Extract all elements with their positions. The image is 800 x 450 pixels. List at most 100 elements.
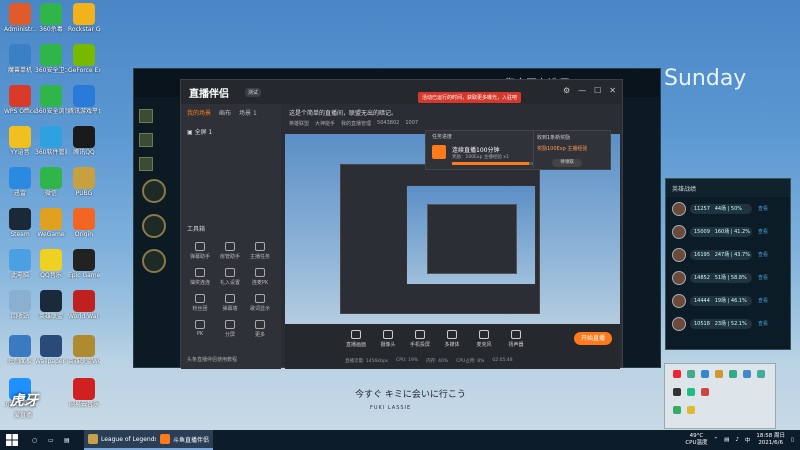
desktop-icon[interactable]: 360杀毒 (35, 3, 67, 33)
source-button[interactable]: 手机投屏 (409, 330, 431, 348)
tool-button[interactable]: 更多 (245, 320, 275, 338)
show-hidden-icons-icon[interactable]: ⌃ (714, 437, 719, 443)
desktop-icon[interactable]: PUBG (68, 167, 100, 197)
desktop-icon[interactable]: 魔兽单机 (4, 44, 36, 74)
volume-icon[interactable]: ♪ (735, 437, 739, 443)
tray-app-icon[interactable] (687, 370, 695, 378)
desktop-icon[interactable]: World War Z (68, 290, 100, 320)
view-link[interactable]: 查看 (758, 320, 768, 327)
tray-app-icon[interactable] (687, 388, 695, 396)
view-link[interactable]: 查看 (758, 274, 768, 281)
view-link[interactable]: 查看 (758, 297, 768, 304)
desktop-icon[interactable]: 360软件管家 (35, 126, 67, 156)
champion-slot[interactable] (139, 157, 153, 171)
maximize-icon[interactable]: ☐ (594, 86, 601, 95)
view-link[interactable]: 查看 (758, 205, 768, 212)
minimize-icon[interactable]: — (578, 86, 586, 95)
desktop-icon[interactable]: 360安全浏览器 (35, 85, 67, 115)
tool-button[interactable]: 房管助手 (215, 242, 245, 260)
scene-tab[interactable]: 画布 (219, 108, 231, 117)
tool-button[interactable]: 弹幕助手 (185, 242, 215, 260)
tools-note[interactable]: 头条直播伴侣使用教程 (187, 356, 237, 363)
desktop-icon[interactable]: WPS Office (4, 85, 36, 115)
scene-tab[interactable]: 场景 1 (239, 108, 257, 117)
desktop-icon[interactable]: Epic Games Launcher (68, 249, 100, 279)
search-icon[interactable]: ○ (28, 430, 41, 450)
source-icon (415, 330, 425, 339)
champion-slot[interactable] (139, 109, 153, 123)
tray-app-icon[interactable] (701, 388, 709, 396)
desktop-icon[interactable]: GeForce Experience (68, 44, 100, 74)
view-link[interactable]: 查看 (758, 228, 768, 235)
tool-button[interactable]: 主播任务 (245, 242, 275, 260)
tool-icon (225, 294, 235, 303)
taskbar-app-streaming[interactable]: 斗鱼直播伴侣 (156, 430, 214, 450)
desktop-icon[interactable]: WeGame (35, 208, 67, 238)
desktop-icon[interactable]: Administr... (4, 3, 36, 33)
network-icon[interactable]: ▤ (724, 437, 729, 443)
champion-portrait[interactable] (142, 179, 166, 203)
notification-icon[interactable]: ▯ (791, 437, 794, 443)
tool-button[interactable]: 礼入设置 (215, 268, 245, 286)
source-button[interactable]: 麦克风 (473, 330, 495, 348)
promo-notice[interactable]: 活动已运行的时间，获取更多曝光，入驻吧 (418, 92, 522, 103)
source-button[interactable]: 扬声器 (505, 330, 527, 348)
tray-app-icon[interactable] (673, 370, 681, 378)
desktop-icon[interactable]: 迅雷 (4, 167, 36, 197)
tray-app-icon[interactable] (701, 370, 709, 378)
task-view-icon[interactable]: ▭ (44, 430, 58, 450)
desktop-icon[interactable]: 英雄联盟 (35, 290, 67, 320)
reward-claim-button[interactable]: 待领取 (552, 159, 582, 167)
source-button[interactable]: 多媒体 (441, 330, 463, 348)
ime-icon[interactable]: 中 (745, 436, 751, 444)
tool-icon (225, 268, 235, 277)
file-explorer-icon[interactable]: ▤ (60, 430, 74, 450)
desktop-icon[interactable]: Wallpaper Engine (35, 335, 67, 365)
tray-app-icon[interactable] (673, 388, 681, 396)
desktop-icon[interactable]: Origin (68, 208, 100, 238)
tray-app-icon[interactable] (687, 406, 695, 414)
tool-button[interactable]: 歌词显示 (245, 294, 275, 312)
tool-button[interactable]: 粉丝团 (185, 294, 215, 312)
desktop-icon[interactable]: 腾讯游戏平台 (68, 85, 100, 115)
taskbar-app-lol[interactable]: League of Legends (84, 430, 162, 450)
tray-app-icon[interactable] (673, 406, 681, 414)
champion-slot[interactable] (139, 133, 153, 147)
desktop-icon[interactable]: QQ音乐 (35, 249, 67, 279)
desktop-icon[interactable]: 360安全卫士 (35, 44, 67, 74)
tray-app-icon[interactable] (715, 370, 723, 378)
settings-icon[interactable]: ⚙ (563, 86, 570, 95)
desktop-icon[interactable]: Steam (4, 208, 36, 238)
source-button[interactable]: 直播画面 (345, 330, 367, 348)
desktop-icon[interactable]: Rockstar Games... (68, 3, 100, 33)
tool-button[interactable]: PK (185, 320, 215, 338)
desktop-icon[interactable]: 控制面板 (4, 335, 36, 365)
desktop-icon[interactable]: 网易云音乐 (68, 378, 100, 408)
tool-button[interactable]: 弹幕墙 (215, 294, 245, 312)
room-info: 这是个简单的直播间，联盟无出的暗记。 (289, 110, 398, 117)
close-icon[interactable]: ✕ (609, 86, 616, 95)
desktop-icon[interactable]: 回收站 (4, 290, 36, 320)
tool-button[interactable]: 连麦PK (245, 268, 275, 286)
tray-app-icon[interactable] (757, 370, 765, 378)
desktop-icon[interactable]: 此电脑 (4, 249, 36, 279)
desktop-icon[interactable]: 英雄联盟WeGame版 (68, 335, 100, 365)
windows-start-icon[interactable] (6, 434, 18, 446)
scene-tab[interactable]: 我的场景 (187, 108, 211, 117)
desktop-icon[interactable]: 腾讯QQ (68, 126, 100, 156)
reward-desc: 奖励100Exp 主播经验 (537, 146, 588, 152)
view-link[interactable]: 查看 (758, 251, 768, 258)
tray-app-icon[interactable] (729, 370, 737, 378)
tray-app-icon[interactable] (743, 370, 751, 378)
desktop-icon[interactable]: 微信 (35, 167, 67, 197)
clock[interactable]: 18:58 周日 2021/6/6 (756, 433, 785, 447)
champion-portrait[interactable] (142, 214, 166, 238)
source-button[interactable]: 摄像头 (377, 330, 399, 348)
cpu-temp[interactable]: 49°C CPU温度 (685, 433, 707, 447)
scene-item[interactable]: ▣ 全屏 1 (181, 121, 281, 142)
champion-portrait[interactable] (142, 249, 166, 273)
tool-button[interactable]: 分屏 (215, 320, 245, 338)
start-live-button[interactable]: 开始直播 (574, 332, 612, 345)
desktop-icon[interactable]: YY语音 (4, 126, 36, 156)
tool-button[interactable]: 抽奖连连 (185, 268, 215, 286)
